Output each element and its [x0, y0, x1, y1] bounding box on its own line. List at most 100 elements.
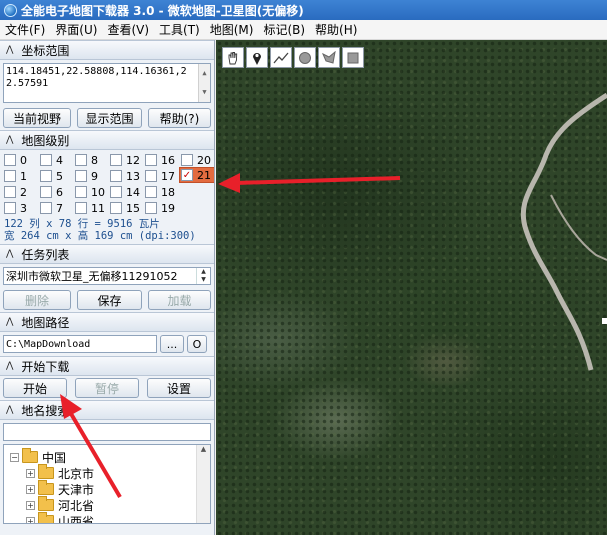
- tree-scrollbar[interactable]: ▲: [196, 445, 210, 523]
- level-16-checkbox[interactable]: [145, 154, 157, 166]
- level-13[interactable]: 13: [110, 168, 140, 184]
- level-20[interactable]: 20: [181, 152, 211, 168]
- menu-help[interactable]: 帮助(H): [310, 21, 362, 38]
- level-8[interactable]: 8: [75, 152, 98, 168]
- level-5[interactable]: 5: [40, 168, 63, 184]
- level-17-checkbox[interactable]: [145, 170, 157, 182]
- level-14-label: 14: [126, 185, 140, 199]
- task-select[interactable]: 深圳市微软卫星_无偏移11291052 ▲ ▼: [3, 267, 211, 285]
- level-2-checkbox[interactable]: [4, 186, 16, 198]
- circle-tool-icon[interactable]: [294, 47, 316, 68]
- level-6-checkbox[interactable]: [40, 186, 52, 198]
- level-18-checkbox[interactable]: [145, 186, 157, 198]
- coord-range-input[interactable]: 114.18451,22.58808,114.16361,22.57591 ▲ ▼: [3, 63, 211, 103]
- menu-bookmark[interactable]: 标记(B): [258, 21, 310, 38]
- level-9-checkbox[interactable]: [75, 170, 87, 182]
- coord-help-button[interactable]: 帮助(?): [148, 108, 211, 128]
- level-1-checkbox[interactable]: [4, 170, 16, 182]
- level-15-checkbox[interactable]: [110, 202, 122, 214]
- level-6[interactable]: 6: [40, 184, 63, 200]
- path-section-header[interactable]: ⋀ 地图路径: [0, 312, 214, 332]
- coord-section-header[interactable]: ⋀ 坐标范围: [0, 40, 214, 60]
- tree-item-label: 中国: [42, 450, 67, 465]
- level-21-checkbox[interactable]: ✓: [181, 169, 193, 181]
- level-21[interactable]: ✓ 21: [179, 167, 214, 183]
- level-5-checkbox[interactable]: [40, 170, 52, 182]
- level-1[interactable]: 1: [4, 168, 27, 184]
- open-folder-button[interactable]: O: [187, 335, 207, 353]
- level-10[interactable]: 10: [75, 184, 105, 200]
- expand-icon[interactable]: +: [26, 516, 35, 523]
- menu-interface[interactable]: 界面(U): [50, 21, 102, 38]
- level-12-checkbox[interactable]: [110, 154, 122, 166]
- level-10-checkbox[interactable]: [75, 186, 87, 198]
- start-download-button[interactable]: 开始: [3, 378, 67, 398]
- tree-item-beijing[interactable]: + 北京市: [26, 464, 94, 481]
- road-path: [520, 92, 607, 371]
- hand-tool-icon[interactable]: [222, 47, 244, 68]
- show-range-button[interactable]: 显示范围: [77, 108, 142, 128]
- browse-path-button[interactable]: ...: [160, 335, 184, 353]
- menu-tools[interactable]: 工具(T): [154, 21, 205, 38]
- level-19-checkbox[interactable]: [145, 202, 157, 214]
- level-0-checkbox[interactable]: [4, 154, 16, 166]
- level-16[interactable]: 16: [145, 152, 175, 168]
- pause-download-button[interactable]: 暂停: [75, 378, 139, 398]
- level-14-checkbox[interactable]: [110, 186, 122, 198]
- level-12[interactable]: 12: [110, 152, 140, 168]
- map-path-input[interactable]: C:\MapDownload: [3, 335, 157, 353]
- menu-view[interactable]: 查看(V): [102, 21, 154, 38]
- polygon-tool-icon[interactable]: [318, 47, 340, 68]
- level-3-checkbox[interactable]: [4, 202, 16, 214]
- menu-file[interactable]: 文件(F): [0, 21, 50, 38]
- level-15[interactable]: 15: [110, 200, 140, 216]
- rectangle-tool-icon[interactable]: [342, 47, 364, 68]
- current-view-button[interactable]: 当前视野: [3, 108, 71, 128]
- menu-map[interactable]: 地图(M): [205, 21, 259, 38]
- map-toolbar: [222, 47, 366, 68]
- download-settings-button[interactable]: 设置: [147, 378, 211, 398]
- place-section-header[interactable]: ⋀ 地名搜索: [0, 400, 214, 420]
- tree-item-hebei[interactable]: + 河北省: [26, 496, 94, 513]
- level-19[interactable]: 19: [145, 200, 175, 216]
- expand-icon[interactable]: +: [26, 484, 35, 494]
- level-17[interactable]: 17: [145, 168, 175, 184]
- level-13-checkbox[interactable]: [110, 170, 122, 182]
- place-search-input[interactable]: [3, 423, 211, 441]
- download-section-header[interactable]: ⋀ 开始下载: [0, 356, 214, 376]
- task-section-header[interactable]: ⋀ 任务列表: [0, 244, 214, 264]
- satellite-map-view[interactable]: [216, 40, 607, 535]
- level-0[interactable]: 0: [4, 152, 27, 168]
- level-9[interactable]: 9: [75, 168, 98, 184]
- level-2[interactable]: 2: [4, 184, 27, 200]
- level-3[interactable]: 3: [4, 200, 27, 216]
- expand-icon[interactable]: +: [26, 468, 35, 478]
- level-18[interactable]: 18: [145, 184, 175, 200]
- expand-icon[interactable]: +: [26, 500, 35, 510]
- level-20-checkbox[interactable]: [181, 154, 193, 166]
- coord-scrollbar[interactable]: ▲ ▼: [198, 64, 210, 102]
- level-section-header[interactable]: ⋀ 地图级别: [0, 130, 214, 150]
- collapse-icon[interactable]: −: [10, 452, 19, 462]
- spin-arrows-icon[interactable]: ▲ ▼: [196, 268, 210, 284]
- polyline-tool-icon[interactable]: [270, 47, 292, 68]
- level-7[interactable]: 7: [40, 200, 63, 216]
- level-14[interactable]: 14: [110, 184, 140, 200]
- tree-item-label: 山西省: [58, 514, 95, 524]
- level-8-checkbox[interactable]: [75, 154, 87, 166]
- level-4-checkbox[interactable]: [40, 154, 52, 166]
- marker-tool-icon[interactable]: [246, 47, 268, 68]
- level-4[interactable]: 4: [40, 152, 63, 168]
- tree-item-tianjin[interactable]: + 天津市: [26, 480, 94, 497]
- save-task-button[interactable]: 保存: [77, 290, 142, 310]
- level-7-checkbox[interactable]: [40, 202, 52, 214]
- app-icon: [4, 3, 17, 17]
- tree-item-china[interactable]: − 中国: [10, 448, 67, 465]
- delete-task-button[interactable]: 删除: [3, 290, 71, 310]
- level-21-label: 21: [197, 168, 211, 182]
- level-11-checkbox[interactable]: [75, 202, 87, 214]
- level-11[interactable]: 11: [75, 200, 105, 216]
- load-task-button[interactable]: 加载: [148, 290, 211, 310]
- tree-item-shanxi[interactable]: + 山西省: [26, 512, 95, 524]
- folder-icon: [22, 448, 38, 463]
